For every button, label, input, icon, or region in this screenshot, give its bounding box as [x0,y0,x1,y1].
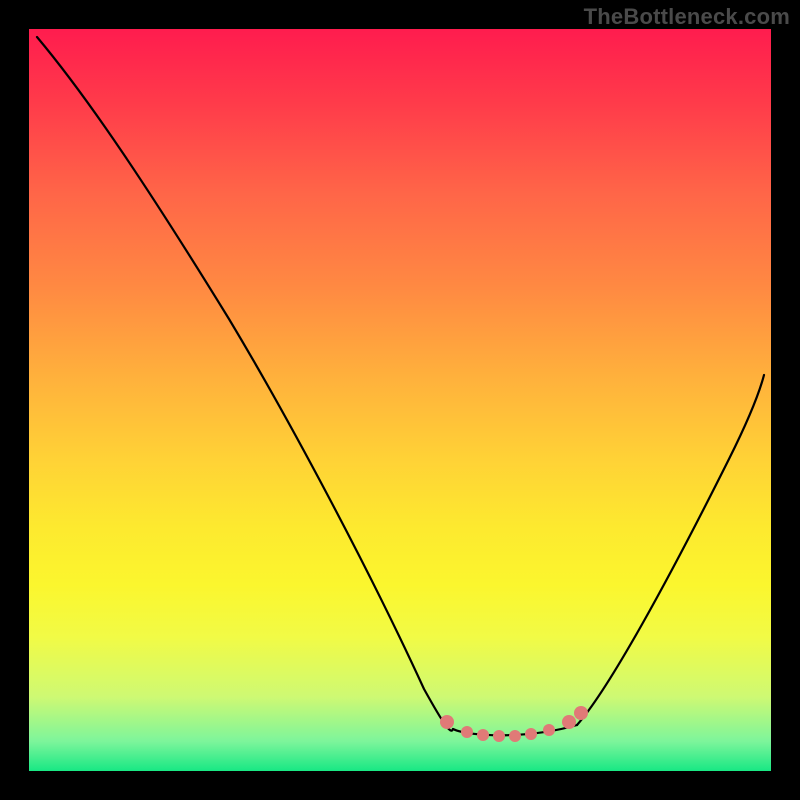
curve-left-branch [37,37,453,731]
dot [493,730,505,742]
valley-dots-group [440,706,588,742]
dot [562,715,576,729]
curve-right-branch [577,375,764,725]
dot [509,730,521,742]
watermark-text: TheBottleneck.com [584,4,790,30]
dot [574,706,588,720]
dot [477,729,489,741]
curve-layer [29,29,771,771]
dot [525,728,537,740]
gradient-plot-area [29,29,771,771]
dot [440,715,454,729]
dot [543,724,555,736]
dot [461,726,473,738]
chart-stage: TheBottleneck.com [0,0,800,800]
